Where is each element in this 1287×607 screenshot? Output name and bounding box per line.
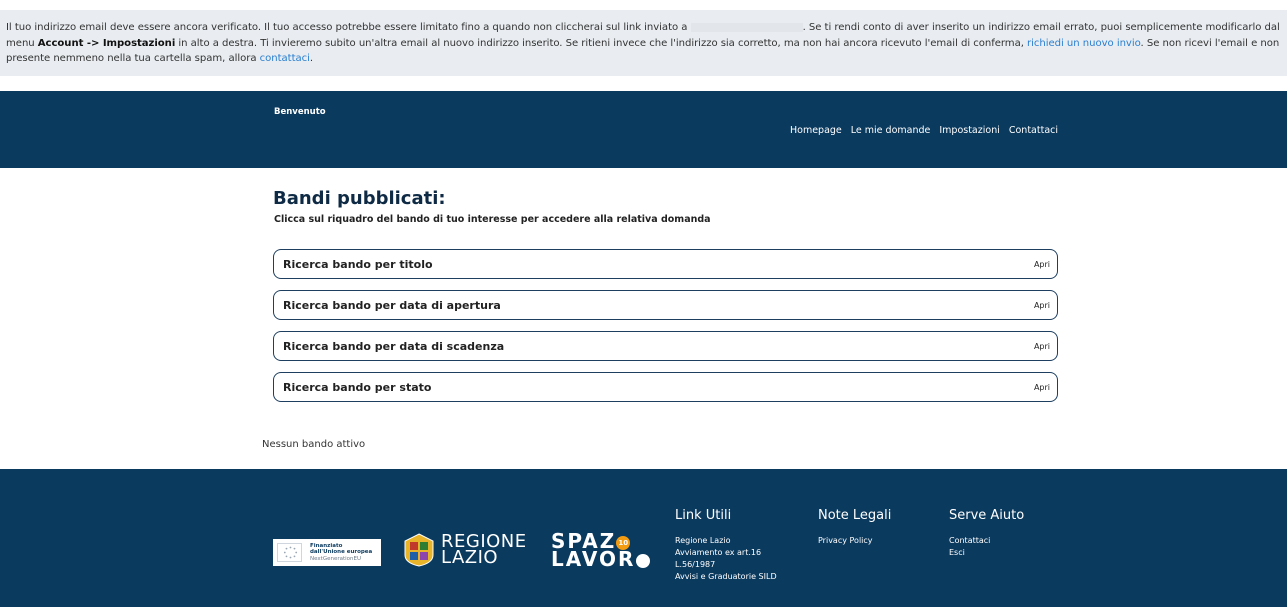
notice-line-3: presente nemmeno nella tua cartella spam… (6, 51, 1281, 67)
welcome-label: Benvenuto (274, 107, 326, 117)
footer-column-legal: Note Legali Privacy Policy (818, 508, 891, 547)
regione-lazio-logo: REGIONE LAZIO (403, 533, 527, 567)
open-button[interactable]: Apri (1034, 301, 1050, 310)
spazio-lavoro-logo: SPAZ 10 LAVOR (551, 531, 651, 569)
redacted-email (690, 22, 803, 32)
search-by-title-panel[interactable]: Ricerca bando per titolo Apri (273, 249, 1058, 279)
footer-link-regione-lazio[interactable]: Regione Lazio (675, 535, 785, 547)
page-title: Bandi pubblicati: (273, 188, 446, 209)
eu-flag-icon (277, 543, 302, 562)
footer-column-help: Serve Aiuto Contattaci Esci (949, 508, 1024, 559)
panel-label: Ricerca bando per stato (283, 380, 432, 394)
footer-column-title: Note Legali (818, 508, 892, 523)
footer-link-logout[interactable]: Esci (949, 547, 1024, 559)
eu-funding-logo: Finanziato dall'Unione europea NextGener… (273, 539, 381, 566)
footer-link-avviamento[interactable]: Avviamento ex art.16 L.56/1987 (675, 547, 785, 571)
main-nav: Homepage Le mie domande Impostazioni Con… (790, 125, 1058, 136)
notice-text: . Se ti rendi conto di aver inserito un … (802, 22, 1280, 33)
footer-column-title: Serve Aiuto (949, 508, 1025, 523)
account-settings-path: Account -> Impostazioni (37, 37, 176, 49)
eu-funding-text: Finanziato dall'Unione europea NextGener… (310, 542, 373, 562)
open-button[interactable]: Apri (1034, 342, 1050, 351)
notice-line-1: Il tuo indirizzo email deve essere ancor… (6, 20, 1281, 36)
email-verification-notice: Il tuo indirizzo email deve essere ancor… (0, 10, 1287, 76)
contact-us-link[interactable]: contattaci (260, 53, 310, 64)
notice-text: . Se non ricevi l'email e non è (1140, 37, 1281, 49)
site-header: Benvenuto Homepage Le mie domande Impost… (0, 91, 1287, 168)
notice-text: Il tuo indirizzo email deve essere ancor… (6, 22, 691, 33)
resend-email-link[interactable]: richiedi un nuovo invio (1027, 38, 1141, 49)
nav-contact[interactable]: Contattaci (1009, 125, 1058, 136)
nav-settings[interactable]: Impostazioni (939, 125, 1000, 136)
page-subtitle: Clicca sul riquadro del bando di tuo int… (274, 214, 711, 225)
spazio-dot-icon (636, 553, 651, 568)
open-button[interactable]: Apri (1034, 260, 1050, 269)
site-footer: Finanziato dall'Unione europea NextGener… (0, 469, 1287, 607)
empty-state-message: Nessun bando attivo (262, 439, 366, 450)
regione-lazio-emblem-icon (404, 533, 434, 567)
footer-link-privacy-policy[interactable]: Privacy Policy (818, 535, 891, 547)
search-by-status-panel[interactable]: Ricerca bando per stato Apri (273, 372, 1058, 402)
footer-link-contact[interactable]: Contattaci (949, 535, 1024, 547)
nav-homepage[interactable]: Homepage (790, 125, 842, 136)
footer-link-avvisi-graduatorie[interactable]: Avvisi e Graduatorie SILD (675, 571, 785, 583)
nav-my-applications[interactable]: Le mie domande (851, 125, 931, 136)
region-logo-line2: LAZIO (441, 547, 499, 568)
search-by-deadline-panel[interactable]: Ricerca bando per data di scadenza Apri (273, 331, 1058, 361)
notice-line-2: menu Account -> Impostazioni in alto a d… (6, 36, 1281, 52)
panel-label: Ricerca bando per titolo (283, 257, 433, 271)
open-button[interactable]: Apri (1034, 383, 1050, 392)
footer-column-useful-links: Link Utili Regione Lazio Avviamento ex a… (675, 508, 785, 583)
panel-label: Ricerca bando per data di scadenza (283, 339, 505, 353)
notice-text: . (309, 53, 314, 64)
search-by-opening-date-panel[interactable]: Ricerca bando per data di apertura Apri (273, 290, 1058, 320)
notice-text: menu (6, 37, 38, 49)
footer-column-title: Link Utili (675, 508, 732, 523)
notice-text: presente nemmeno nella tua cartella spam… (6, 53, 260, 64)
notice-text: in alto a destra. Ti invieremo subito un… (175, 37, 1028, 49)
panel-label: Ricerca bando per data di apertura (283, 298, 501, 312)
